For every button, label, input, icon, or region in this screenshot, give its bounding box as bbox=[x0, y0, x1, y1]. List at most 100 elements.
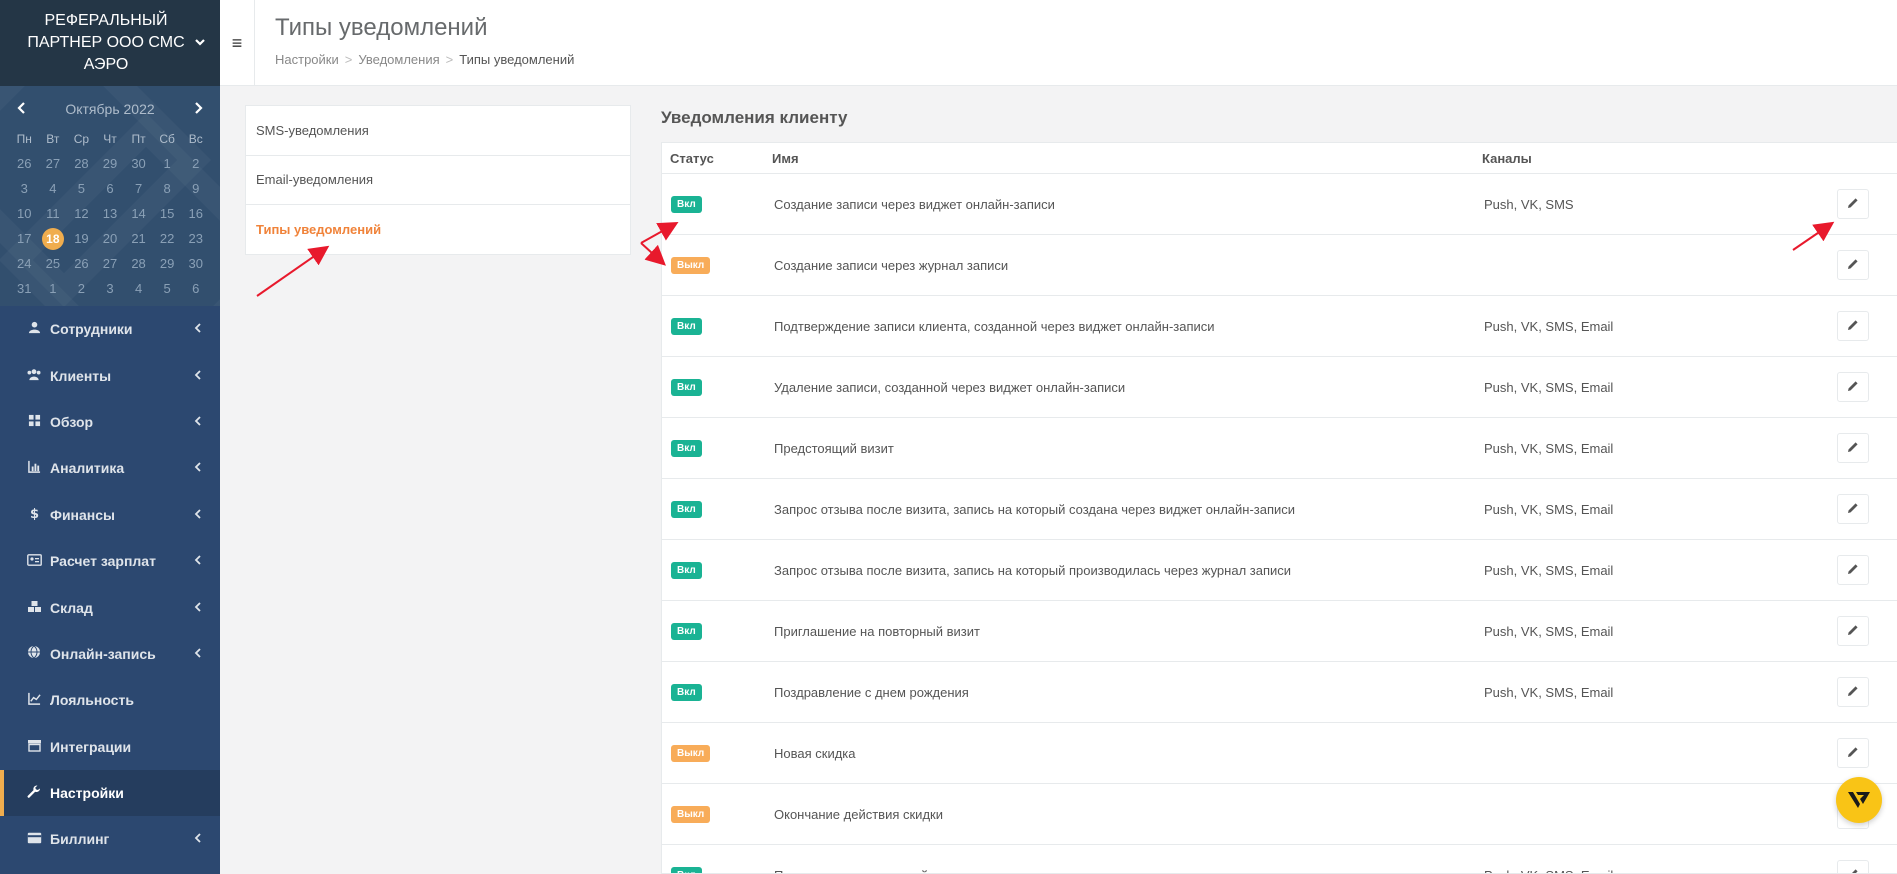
calendar-day[interactable]: 19 bbox=[67, 226, 96, 251]
breadcrumb-item-settings[interactable]: Настройки bbox=[275, 52, 339, 67]
calendar-day[interactable]: 2 bbox=[67, 276, 96, 301]
calendar-day[interactable]: 1 bbox=[39, 276, 68, 301]
menu-item-email[interactable]: Email-уведомления bbox=[246, 156, 630, 205]
calendar-day[interactable]: 6 bbox=[181, 276, 210, 301]
support-chat-button[interactable] bbox=[1836, 777, 1882, 823]
calendar-day[interactable]: 12 bbox=[67, 201, 96, 226]
calendar-day[interactable]: 24 bbox=[10, 251, 39, 276]
sidebar-item-11[interactable]: Настройки bbox=[0, 769, 220, 817]
calendar-day[interactable]: 11 bbox=[39, 201, 68, 226]
status-cell: Вкл bbox=[662, 317, 762, 335]
calendar-day[interactable]: 14 bbox=[124, 201, 153, 226]
sidebar-item-3[interactable]: Обзор bbox=[0, 399, 220, 445]
calendar-day[interactable]: 8 bbox=[153, 176, 182, 201]
mini-calendar: Октябрь 2022 Пн Вт Ср Чт Пт Сб Вс 26 27 28 29 30 1 2 3… bbox=[0, 86, 220, 306]
calendar-day[interactable]: 22 bbox=[153, 226, 182, 251]
sidebar-item-2[interactable]: Клиенты bbox=[0, 352, 220, 398]
calendar-day[interactable]: 26 bbox=[10, 151, 39, 176]
calendar-day[interactable]: 18 bbox=[39, 226, 68, 251]
calendar-day[interactable]: 10 bbox=[10, 201, 39, 226]
sidebar-item-5[interactable]: $ Финансы bbox=[0, 492, 220, 538]
edit-button[interactable] bbox=[1837, 677, 1869, 707]
svg-text:$: $ bbox=[30, 507, 39, 520]
edit-button[interactable] bbox=[1837, 189, 1869, 219]
calendar-day[interactable]: 9 bbox=[181, 176, 210, 201]
calendar-day[interactable]: 1 bbox=[153, 151, 182, 176]
status-badge: Вкл bbox=[671, 440, 702, 457]
calendar-day[interactable]: 29 bbox=[153, 251, 182, 276]
calendar-day[interactable]: 23 bbox=[181, 226, 210, 251]
status-cell: Вкл bbox=[662, 561, 762, 579]
calendar-day[interactable]: 15 bbox=[153, 201, 182, 226]
sidebar-item-10[interactable]: Интеграции bbox=[0, 724, 220, 770]
calendar-day[interactable]: 27 bbox=[39, 151, 68, 176]
calendar-day[interactable]: 29 bbox=[96, 151, 125, 176]
calendar-day[interactable]: 21 bbox=[124, 226, 153, 251]
sidebar-item-8[interactable]: Онлайн-запись bbox=[0, 631, 220, 677]
sidebar-item-9[interactable]: Лояльность bbox=[0, 677, 220, 723]
calendar-day[interactable]: 28 bbox=[124, 251, 153, 276]
edit-button[interactable] bbox=[1837, 311, 1869, 341]
menu-item-sms[interactable]: SMS-уведомления bbox=[246, 106, 630, 156]
edit-button[interactable] bbox=[1837, 616, 1869, 646]
calendar-prev-icon[interactable] bbox=[10, 101, 34, 117]
calendar-next-icon[interactable] bbox=[186, 101, 210, 117]
calendar-day[interactable]: 16 bbox=[181, 201, 210, 226]
edit-button[interactable] bbox=[1837, 555, 1869, 585]
calendar-day[interactable]: 17 bbox=[10, 226, 39, 251]
menu-item-notification-types[interactable]: Типы уведомлений bbox=[246, 205, 630, 255]
user-icon bbox=[26, 321, 42, 337]
status-badge: Вкл bbox=[671, 562, 702, 579]
status-badge: Вкл bbox=[671, 501, 702, 518]
calendar-day[interactable]: 13 bbox=[96, 201, 125, 226]
calendar-day[interactable]: 7 bbox=[124, 176, 153, 201]
edit-button[interactable] bbox=[1837, 738, 1869, 768]
sidebar-item-4[interactable]: Аналитика bbox=[0, 445, 220, 491]
org-switcher[interactable]: РЕФЕРАЛЬНЫЙ ПАРТНЕР ООО СМС АЭРО bbox=[0, 0, 220, 86]
edit-button[interactable] bbox=[1837, 372, 1869, 402]
calendar-day[interactable]: 3 bbox=[96, 276, 125, 301]
page-header: ≡ Типы уведомлений Настройки > Уведомления… bbox=[220, 0, 1897, 86]
calendar-day[interactable]: 5 bbox=[67, 176, 96, 201]
status-cell: Вкл bbox=[662, 683, 762, 701]
sidebar-item-1[interactable]: Сотрудники bbox=[0, 306, 220, 352]
edit-button[interactable] bbox=[1837, 494, 1869, 524]
sidebar-item-label: Онлайн-запись bbox=[50, 645, 156, 662]
sidebar-item-6[interactable]: Расчет зарплат bbox=[0, 538, 220, 584]
table-header: Статус Имя Каналы bbox=[662, 143, 1897, 174]
status-badge: Выкл bbox=[671, 257, 711, 274]
calendar-weekday: Сб bbox=[159, 131, 175, 146]
calendar-day[interactable]: 26 bbox=[67, 251, 96, 276]
breadcrumb-item-notifications[interactable]: Уведомления bbox=[358, 52, 439, 67]
calendar-day[interactable]: 30 bbox=[124, 151, 153, 176]
table-row: Вкл Приглашение на повторный визит Push, V… bbox=[662, 601, 1897, 662]
table-row: Выкл Создание записи через журнал записи bbox=[662, 235, 1897, 296]
table-row: Вкл Подтверждение записи клиента, созданн… bbox=[662, 296, 1897, 357]
edit-button[interactable] bbox=[1837, 860, 1869, 873]
calendar-day[interactable]: 6 bbox=[96, 176, 125, 201]
calendar-day[interactable]: 25 bbox=[39, 251, 68, 276]
calendar-day[interactable]: 28 bbox=[67, 151, 96, 176]
calendar-day[interactable]: 4 bbox=[39, 176, 68, 201]
calendar-day[interactable]: 3 bbox=[10, 176, 39, 201]
globe-icon bbox=[26, 645, 42, 662]
status-badge: Вкл bbox=[671, 867, 702, 873]
menu-toggle-icon[interactable]: ≡ bbox=[220, 0, 255, 86]
edit-button[interactable] bbox=[1837, 250, 1869, 280]
sidebar: РЕФЕРАЛЬНЫЙ ПАРТНЕР ООО СМС АЭРО Октябрь… bbox=[0, 0, 220, 874]
sidebar-item-7[interactable]: Склад bbox=[0, 584, 220, 630]
calendar-day[interactable]: 4 bbox=[124, 276, 153, 301]
chevron-left-icon bbox=[194, 647, 202, 661]
notification-channels: Push, VK, SMS bbox=[1484, 196, 1574, 212]
edit-button[interactable] bbox=[1837, 433, 1869, 463]
calendar-day[interactable]: 27 bbox=[96, 251, 125, 276]
sidebar-item-12[interactable]: Биллинг bbox=[0, 816, 220, 862]
pencil-icon bbox=[1847, 685, 1859, 700]
status-cell: Вкл bbox=[662, 439, 762, 457]
calendar-day[interactable]: 20 bbox=[96, 226, 125, 251]
calendar-day[interactable]: 30 bbox=[181, 251, 210, 276]
calendar-day[interactable]: 5 bbox=[153, 276, 182, 301]
calendar-day[interactable]: 2 bbox=[181, 151, 210, 176]
calendar-day[interactable]: 31 bbox=[10, 276, 39, 301]
sidebar-nav: Сотрудники Клиенты Обзор Аналитика $ Финансы Р… bbox=[0, 306, 220, 874]
